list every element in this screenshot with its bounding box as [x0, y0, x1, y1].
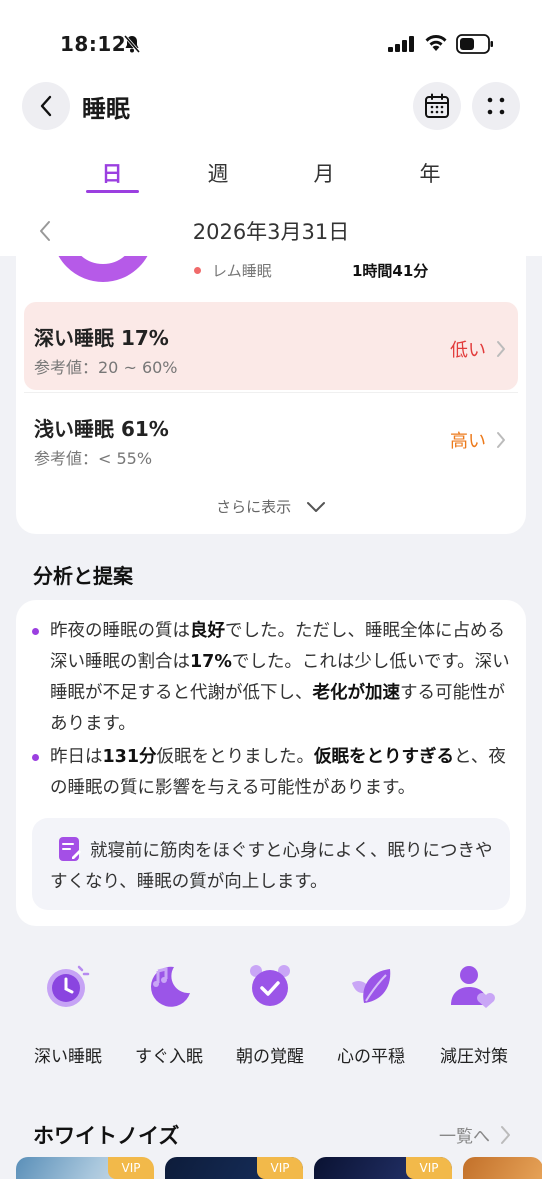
period-tabs: 日 週 月 年: [0, 158, 542, 198]
stage-reference: 参考値：< 55%: [34, 449, 153, 468]
chevron-right-icon: [497, 341, 505, 357]
stage-row-deep[interactable]: 深い睡眠 17% 参考値：20 ~ 60% 低い: [24, 302, 518, 390]
signal-icon: [388, 36, 414, 52]
white-noise-card[interactable]: VIP: [16, 1157, 154, 1179]
status-badge: 低い: [450, 340, 486, 361]
moon-music-icon: [150, 966, 190, 1007]
show-more-label: さらに表示: [216, 498, 292, 516]
shortcut-stress-relief[interactable]: 減圧対策: [424, 958, 524, 1067]
view-all-link[interactable]: 一覧へ: [439, 1122, 490, 1147]
white-noise-card[interactable]: VIP: [165, 1157, 303, 1179]
page-title: 睡眠: [82, 95, 130, 123]
shortcut-deep-sleep[interactable]: 深い睡眠: [18, 958, 118, 1067]
back-button[interactable]: [22, 82, 70, 130]
stage-reference: 参考値：20 ~ 60%: [34, 358, 178, 377]
rem-value: 1時間41分: [352, 262, 429, 280]
view-all-label: 一覧へ: [439, 1127, 490, 1147]
analysis-bullet: 昨日は131分仮眠をとりました。仮眠をとりすぎると、夜の睡眠の質に影響を与える可…: [32, 742, 510, 804]
current-date: 2026年3月31日: [192, 220, 350, 244]
vip-badge: VIP: [257, 1157, 303, 1179]
white-noise-title: ホワイトノイズ: [33, 1124, 180, 1148]
tab-month[interactable]: 月: [294, 158, 354, 188]
tab-week[interactable]: 週: [188, 158, 248, 188]
analysis-title: 分析と提案: [33, 564, 133, 588]
shortcut-wake-up[interactable]: 朝の覚醒: [220, 958, 320, 1067]
stage-name: 浅い睡眠 61%: [34, 417, 169, 441]
shortcut-fall-asleep[interactable]: すぐ入眠: [119, 958, 219, 1067]
sleep-stages-card: レム睡眠 1時間41分 深い睡眠 17% 参考値：20 ~ 60% 低い 浅い睡…: [16, 256, 526, 534]
header: 睡眠 日 週 月 年 2026年3月31日: [0, 80, 542, 256]
status-badge: 高い: [450, 431, 486, 452]
note-icon: [59, 837, 81, 861]
leaf-icon: [352, 969, 391, 1003]
battery-icon: [456, 34, 493, 54]
shortcut-label: 心の平穏: [337, 1047, 405, 1067]
shortcut-label: すぐ入眠: [135, 1047, 203, 1067]
chevron-right-icon: [501, 1126, 510, 1144]
tab-year[interactable]: 年: [400, 158, 460, 188]
sleep-ring-chart: [58, 256, 148, 282]
vip-badge: VIP: [108, 1157, 154, 1179]
shortcut-label: 深い睡眠: [34, 1047, 102, 1067]
dots-grid-icon: [487, 97, 505, 115]
chevron-right-icon: [497, 432, 505, 448]
status-time: 18:12: [60, 32, 127, 56]
date-navigator: 2026年3月31日: [0, 216, 542, 248]
wifi-icon: [425, 35, 447, 51]
shortcut-label: 減圧対策: [440, 1047, 508, 1067]
stage-row-light[interactable]: 浅い睡眠 61% 参考値：< 55% 高い: [24, 392, 518, 480]
alarm-icon: [250, 965, 290, 1006]
chevron-left-icon: [40, 95, 52, 117]
tab-indicator: [86, 190, 139, 193]
tip-text: 就寝前に筋肉をほぐすと心身によく、眠りにつきやすくなり、睡眠の質が向上します。: [50, 841, 493, 892]
calendar-icon: [425, 93, 449, 118]
chevron-left-icon[interactable]: [38, 220, 52, 242]
shortcut-row: 深い睡眠 すぐ入眠 朝の覚醒 心の平穏 減圧対策: [0, 958, 542, 1078]
shortcut-label: 朝の覚醒: [236, 1047, 304, 1067]
show-more-button[interactable]: さらに表示: [16, 496, 526, 517]
analysis-card: 昨夜の睡眠の質は良好でした。ただし、睡眠全体に占める深い睡眠の割合は17%でした…: [16, 600, 526, 926]
vip-badge: VIP: [406, 1157, 452, 1179]
status-bar: 18:12: [0, 0, 542, 80]
bell-muted-icon: [123, 35, 141, 53]
analysis-bullet: 昨夜の睡眠の質は良好でした。ただし、睡眠全体に占める深い睡眠の割合は17%でした…: [32, 616, 510, 740]
chevron-down-icon: [306, 501, 325, 512]
more-options-button[interactable]: [472, 82, 520, 130]
person-heart-icon: [451, 966, 496, 1008]
shortcut-calm-mind[interactable]: 心の平穏: [321, 958, 421, 1067]
tip-box: 就寝前に筋肉をほぐすと心身によく、眠りにつきやすくなり、睡眠の質が向上します。: [32, 818, 510, 910]
clock-icon: [47, 965, 90, 1007]
rem-legend-dot: [194, 267, 201, 274]
stage-name: 深い睡眠 17%: [34, 326, 169, 350]
tab-day[interactable]: 日: [82, 158, 142, 188]
white-noise-card[interactable]: VIP: [314, 1157, 452, 1179]
white-noise-card[interactable]: [463, 1157, 542, 1179]
rem-label: レム睡眠: [212, 262, 272, 280]
calendar-button[interactable]: [413, 82, 461, 130]
